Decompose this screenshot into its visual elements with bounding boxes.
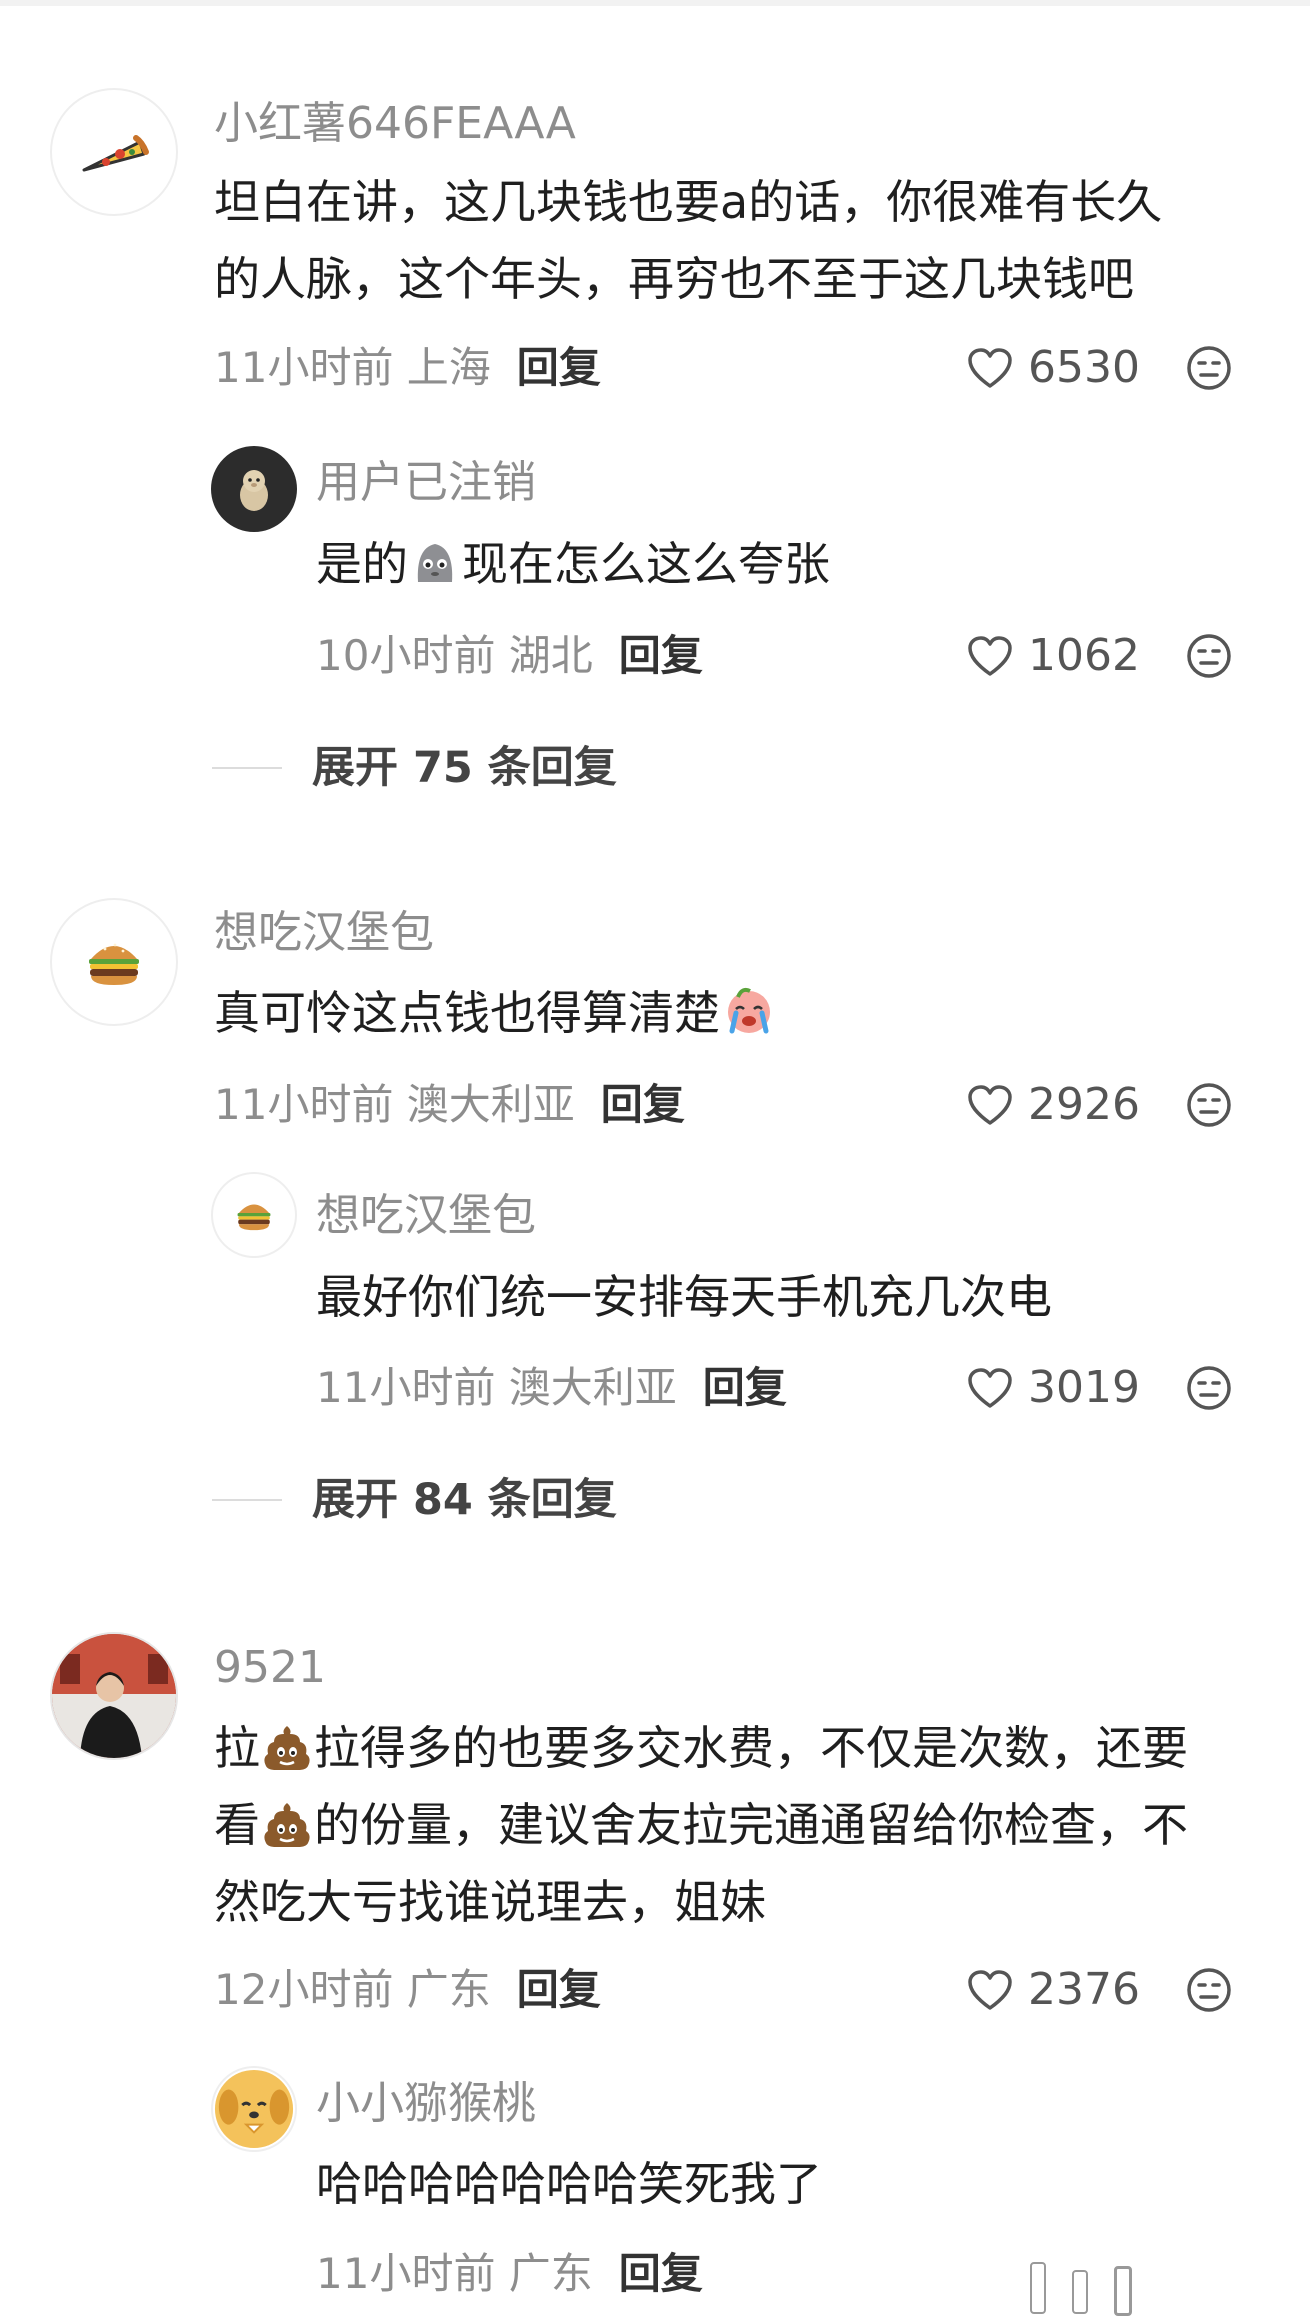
comment-text-part: 拉得多的也要多交水费，不仅是次数，还要 [314,1721,1188,1775]
like-count: 6530 [1028,342,1140,393]
neutral-face-icon [1187,1968,1231,2012]
like-count: 3019 [1028,1362,1140,1413]
reply-meta: 11小时前 澳大利亚 回复 [316,1360,787,1416]
avatar-dog[interactable] [211,2066,297,2152]
heart-outline-icon [968,348,1012,388]
top-divider [0,0,1310,6]
poop-emoji [264,1803,310,1847]
heart-outline-icon [968,636,1012,676]
expand-replies-button[interactable]: 展开 84 条回复 [212,1472,617,1528]
crying-face-emoji [728,987,770,1034]
like-button[interactable]: 2926 [966,1077,1140,1133]
reply-button[interactable]: 回复 [517,343,601,392]
like-count: 2376 [1028,1964,1140,2015]
expand-divider [212,767,282,769]
reply-time-location: 11小时前 广东 [316,2249,593,2298]
neutral-face-icon [1187,346,1231,390]
comment-text-line: 看 的份量，建议舍友拉完通通留给你检查，不 [214,1787,1264,1864]
comment-meta: 12小时前 广东 回复 [214,1962,601,2018]
reply-text-part: 是的 [316,537,408,591]
expand-divider [212,1499,282,1501]
neutral-face-icon [1187,1083,1231,1127]
burger-icon [89,943,139,985]
watermark-bars-icon [1030,2262,1132,2316]
comment-text-part: 看 [214,1798,260,1852]
reply-meta: 10小时前 湖北 回复 [316,628,703,684]
watermark-bar [1030,2262,1046,2314]
expand-replies-label: 展开 84 条回复 [312,1475,617,1525]
comment-time-location: 11小时前 上海 [214,343,491,392]
like-count: 2926 [1028,1079,1140,1130]
heart-outline-icon [968,1368,1012,1408]
comment-time-location: 11小时前 澳大利亚 [214,1080,575,1129]
photo-avatar-icon [52,1634,176,1758]
reply-author[interactable]: 想吃汉堡包 [316,1188,536,1244]
avatar-photo[interactable] [50,1632,178,1760]
comment-text-part: 的份量，建议舍友拉完通通留给你检查，不 [314,1798,1188,1852]
watermark-bar [1114,2266,1132,2316]
comment-text-part: 拉 [214,1721,260,1775]
comment-text-part: 真可怜这点钱也得算清楚 [214,986,720,1040]
comment-meta: 11小时前 上海 回复 [214,340,601,396]
reply-author[interactable]: 用户已注销 [316,455,536,511]
expand-replies-button[interactable]: 展开 75 条回复 [212,740,617,796]
reaction-button[interactable] [1185,1364,1233,1416]
like-button[interactable]: 1062 [966,628,1140,684]
dog-icon [214,2069,294,2149]
reply-time-location: 11小时前 澳大利亚 [316,1363,677,1412]
reply-text-part: 现在怎么这么夸张 [462,537,830,591]
neutral-face-icon [1187,634,1231,678]
avatar-burger[interactable] [50,898,178,1026]
heart-outline-icon [968,1085,1012,1125]
reply-text: 是的 现在怎么这么夸张 [316,526,1216,603]
reaction-button[interactable] [1185,1966,1233,2018]
reply-button[interactable]: 回复 [601,1080,685,1129]
like-button[interactable]: 3019 [966,1360,1140,1416]
grey-blob-emoji [417,544,453,582]
burger-icon [237,1204,271,1231]
comment-author[interactable]: 小红薯646FEAAA [214,96,576,152]
like-button[interactable]: 2376 [966,1962,1140,2018]
avatar-hamster[interactable] [211,446,297,532]
hamster-icon [240,470,268,511]
reply-button[interactable]: 回复 [517,1965,601,2014]
pizza-icon [82,135,149,172]
reply-author[interactable]: 小小猕猴桃 [316,2076,536,2132]
comment-author[interactable]: 想吃汉堡包 [214,905,434,961]
avatar-pizza[interactable] [50,88,178,216]
reply-time-location: 10小时前 湖北 [316,631,593,680]
avatar-burger[interactable] [211,1172,297,1258]
poop-emoji [264,1726,310,1770]
reaction-button[interactable] [1185,1081,1233,1133]
expand-replies-label: 展开 75 条回复 [312,743,617,793]
comment-text: 真可怜这点钱也得算清楚 [214,975,1264,1052]
reply-meta: 11小时前 广东 回复 [316,2246,703,2302]
reply-button[interactable]: 回复 [619,2249,703,2298]
reaction-button[interactable] [1185,344,1233,396]
comment-time-location: 12小时前 广东 [214,1965,491,2014]
comment-text-line: 的人脉，这个年头，再穷也不至于这几块钱吧 [214,252,1134,306]
watermark-bar [1072,2270,1088,2314]
comment-text: 坦白在讲，这几块钱也要a的话，你很难有长久 的人脉，这个年头，再穷也不至于这几块… [214,164,1264,318]
comment-meta: 11小时前 澳大利亚 回复 [214,1077,685,1133]
comment-text-line: 然吃大亏找谁说理去，姐妹 [214,1875,766,1929]
comment-text: 拉 拉得多的也要多交水费，不仅是次数，还要 看 的份量，建议舍友拉完通通留给你检… [214,1710,1264,1941]
reply-text: 哈哈哈哈哈哈哈笑死我了 [316,2157,822,2211]
comment-author[interactable]: 9521 [214,1640,326,1696]
neutral-face-icon [1187,1366,1231,1410]
reply-text: 最好你们统一安排每天手机充几次电 [316,1270,1052,1324]
reply-button[interactable]: 回复 [703,1363,787,1412]
reaction-button[interactable] [1185,632,1233,684]
comment-text-line: 坦白在讲，这几块钱也要a的话，你很难有长久 [214,175,1163,229]
comment-text-line: 拉 拉得多的也要多交水费，不仅是次数，还要 [214,1710,1264,1787]
like-button[interactable]: 6530 [966,340,1140,396]
reply-button[interactable]: 回复 [619,631,703,680]
heart-outline-icon [968,1970,1012,2010]
like-count: 1062 [1028,630,1140,681]
